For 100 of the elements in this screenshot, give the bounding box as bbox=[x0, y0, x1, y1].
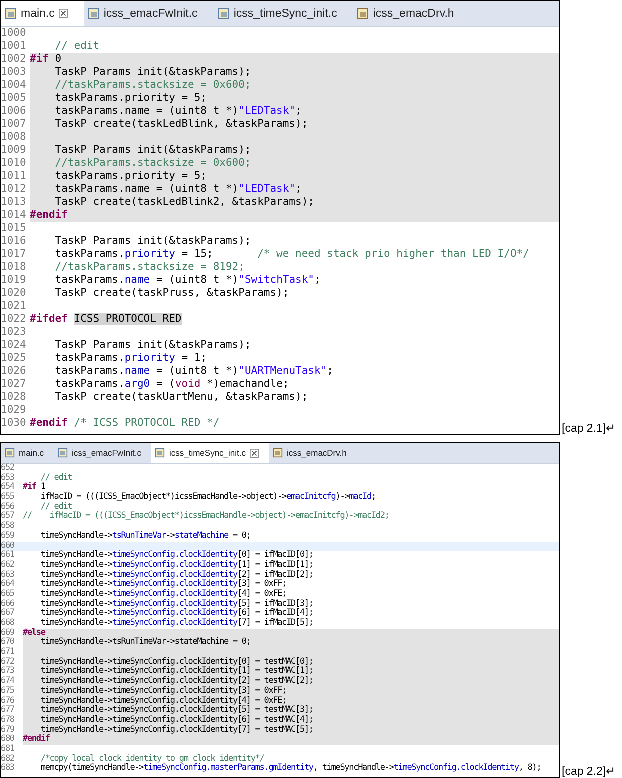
code-line: #if 1 bbox=[23, 483, 46, 492]
file-icon bbox=[58, 448, 68, 458]
line-number: 1017 bbox=[1, 248, 28, 261]
code-line: #endif /* ICSS_PROTOCOL_RED */ bbox=[30, 417, 221, 430]
code-line: // edit bbox=[40, 502, 72, 512]
file-tab[interactable]: main.c bbox=[1, 443, 54, 463]
line-number: 1025 bbox=[1, 352, 28, 365]
file-icon bbox=[88, 8, 100, 20]
code-line: timeSyncHandle->timeSyncConfig.clockIdentity[1] = ifMacID[1]; bbox=[40, 560, 314, 570]
file-icon bbox=[218, 8, 230, 20]
line-number: 1001 bbox=[1, 40, 28, 53]
line-number: 654 bbox=[1, 483, 16, 492]
code-line: taskParams.name = (uint8_t *)"UARTMenuTask"; bbox=[54, 365, 334, 378]
file-icon bbox=[5, 8, 17, 20]
line-number: 1021 bbox=[1, 300, 28, 313]
code-line: memcpy(timeSyncHandle->timeSyncConfig.masterParams.gmIdentity, timeSyncHandle->timeSyncConfig.clockIdentity, 8); bbox=[40, 764, 542, 774]
line-number: 1012 bbox=[1, 183, 30, 196]
line-number: 1028 bbox=[1, 391, 28, 404]
file-tab[interactable]: icss_emacDrv.h bbox=[269, 443, 357, 463]
line-number: 1004 bbox=[1, 79, 30, 92]
file-tab[interactable]: icss_timeSync_init.c bbox=[151, 443, 270, 463]
line-number: 674 bbox=[1, 677, 23, 687]
line-number: 668 bbox=[1, 619, 16, 628]
line-number: 1030 bbox=[1, 417, 28, 430]
code-line: /*copy local clock identity to gm clock identity*/ bbox=[40, 754, 264, 764]
code-line: taskParams.arg0 = (void *)emachandle; bbox=[54, 378, 290, 391]
code-line: // edit bbox=[40, 474, 74, 483]
code-line: timeSyncHandle->tsRunTimeVar->stateMachine = 0; bbox=[40, 532, 252, 542]
line-number: 1003 bbox=[1, 66, 30, 79]
code-line: //taskParams.stacksize = 8192; bbox=[54, 261, 246, 274]
line-number: 1026 bbox=[1, 365, 28, 378]
code-line: // ifMacID = (((ICSS_EmacObject*)icssEmacHandle->object)->emacInitcfg)->macId2; bbox=[23, 512, 390, 522]
line-number: 1022 bbox=[1, 313, 28, 326]
line-number: 658 bbox=[1, 522, 16, 532]
line-number: 673 bbox=[1, 667, 23, 678]
line-number: 680 bbox=[1, 735, 23, 745]
line-number: 652 bbox=[1, 464, 16, 474]
file-icon bbox=[5, 448, 15, 458]
code-line: TaskP_Params_init(&taskParams); bbox=[54, 339, 252, 352]
code-line: ifMacID = (((ICSS_EmacObject*)icssEmacHandle->object)->emacInitcfg)->macId; bbox=[40, 493, 377, 502]
line-number: 656 bbox=[1, 502, 16, 512]
line-number: 1020 bbox=[1, 287, 28, 300]
code-line: taskParams.priority = 15; /* we need stack prio higher than LED I/O*/ bbox=[54, 248, 530, 261]
line-number: 679 bbox=[1, 726, 23, 736]
code-line: TaskP_create(taskPruss, &taskParams); bbox=[54, 287, 290, 300]
code-line: // edit bbox=[54, 40, 101, 53]
file-tab[interactable]: icss_timeSync_init.c bbox=[214, 1, 354, 26]
code-line: timeSyncHandle->timeSyncConfig.clockIdentity[3] = 0xFF; bbox=[40, 580, 288, 590]
line-number: 678 bbox=[1, 716, 23, 726]
code-line: timeSyncHandle->timeSyncConfig.clockIdentity[5] = ifMacID[3]; bbox=[40, 600, 314, 609]
code-line: taskParams.name = (uint8_t *)"SwitchTask"; bbox=[54, 274, 322, 287]
line-number: 675 bbox=[1, 686, 23, 696]
figure-caption: [cap 2.2]↵ bbox=[562, 765, 616, 778]
line-number: 1005 bbox=[1, 92, 30, 105]
code-line: TaskP_Params_init(&taskParams); bbox=[54, 235, 252, 248]
line-number: 682 bbox=[1, 754, 16, 764]
code-line: timeSyncHandle->timeSyncConfig.clockIdentity[0] = ifMacID[0]; bbox=[40, 551, 314, 560]
code-line: taskParams.priority = 1; bbox=[54, 352, 208, 365]
code-line: timeSyncHandle->timeSyncConfig.clockIdentity[6] = ifMacID[4]; bbox=[40, 609, 314, 618]
line-number: 1013 bbox=[1, 196, 30, 209]
line-number: 660 bbox=[1, 542, 16, 550]
line-number: 1007 bbox=[1, 118, 30, 131]
line-number: 1027 bbox=[1, 378, 28, 391]
file-tab[interactable]: icss_emacFwInit.c bbox=[84, 1, 214, 26]
line-number: 1014 bbox=[1, 209, 30, 222]
line-number: 1002 bbox=[1, 53, 30, 66]
line-number: 1010 bbox=[1, 157, 30, 170]
file-icon bbox=[357, 8, 370, 20]
line-number: 1018 bbox=[1, 261, 28, 274]
file-icon bbox=[155, 448, 166, 458]
close-icon[interactable] bbox=[58, 9, 68, 18]
line-number: 669 bbox=[1, 628, 23, 638]
code-line: #ifdef ICSS_PROTOCOL_RED bbox=[30, 313, 183, 326]
code-line: timeSyncHandle->timeSyncConfig.clockIdentity[2] = ifMacID[2]; bbox=[40, 570, 314, 580]
line-number: 1016 bbox=[1, 235, 28, 248]
code-line: timeSyncHandle->timeSyncConfig.clockIdentity[4] = 0xFE; bbox=[40, 590, 288, 600]
file-tab[interactable]: icss_emacDrv.h bbox=[353, 1, 470, 26]
file-tab[interactable]: icss_emacFwInit.c bbox=[54, 443, 152, 463]
line-number: 1008 bbox=[1, 131, 30, 144]
line-number: 1029 bbox=[1, 404, 28, 417]
line-number: 681 bbox=[1, 744, 16, 754]
line-number: 664 bbox=[1, 580, 16, 590]
line-number: 659 bbox=[1, 532, 16, 542]
file-tab[interactable]: main.c bbox=[1, 1, 84, 26]
line-number: 657 bbox=[1, 512, 16, 522]
line-number: 1000 bbox=[1, 27, 28, 40]
line-number: 653 bbox=[1, 474, 14, 483]
line-number: 655 bbox=[1, 493, 16, 502]
line-number: 1024 bbox=[1, 339, 28, 352]
line-number: 1019 bbox=[1, 274, 28, 287]
code-line: TaskP_create(taskUartMenu, &taskParams); bbox=[54, 391, 310, 404]
line-number: 672 bbox=[1, 658, 23, 668]
line-number: 671 bbox=[1, 648, 23, 658]
line-number: 677 bbox=[1, 706, 23, 716]
line-number: 667 bbox=[1, 609, 16, 618]
close-icon[interactable] bbox=[250, 448, 260, 458]
line-number: 666 bbox=[1, 600, 16, 609]
line-number: 665 bbox=[1, 590, 16, 600]
line-number: 663 bbox=[1, 570, 14, 580]
line-number: 1011 bbox=[1, 170, 30, 183]
